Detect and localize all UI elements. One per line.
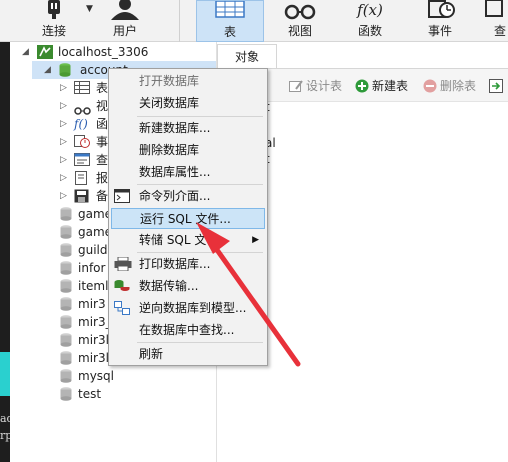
expand-icon[interactable]: ▷: [60, 187, 70, 205]
toolbar-query-button[interactable]: 查: [480, 0, 508, 42]
design-table-button[interactable]: 设计表: [289, 78, 351, 94]
toolbar-connect-button[interactable]: 连接: [24, 0, 84, 42]
import-wizard-button[interactable]: [489, 78, 508, 94]
database-icon: [60, 387, 72, 406]
background-window-edge: [0, 42, 10, 462]
delete-table-button[interactable]: 删除表: [423, 78, 487, 94]
view-icon: [283, 0, 317, 23]
background-window-text: ad rp: [0, 412, 10, 442]
menu-print-database[interactable]: 打印数据库...: [111, 254, 265, 275]
function-icon: f(x): [357, 1, 383, 19]
submenu-arrow-icon: ▶: [252, 235, 259, 245]
expand-icon[interactable]: ▷: [60, 169, 70, 187]
delete-table-icon: [423, 79, 437, 97]
tree-db-mysql[interactable]: mysql: [60, 367, 140, 385]
collapse-icon[interactable]: ◢: [22, 43, 32, 61]
event-icon: [425, 0, 455, 23]
user-icon: [108, 0, 142, 23]
function-icon: f(): [74, 117, 88, 131]
menu-separator: [137, 116, 263, 117]
tree-connection-node[interactable]: ◢ localhost_3306: [10, 43, 216, 61]
tab-objects[interactable]: 对象: [217, 44, 277, 68]
menu-separator: [137, 342, 263, 343]
table-icon: [215, 0, 245, 22]
data-transfer-icon: [114, 279, 130, 300]
connect-icon: [40, 0, 68, 23]
menu-open-database[interactable]: 打开数据库: [111, 71, 265, 92]
background-window-accent: [0, 352, 10, 396]
menu-refresh[interactable]: 刷新: [111, 344, 265, 365]
menu-close-database[interactable]: 关闭数据库: [111, 93, 265, 114]
expand-icon[interactable]: ▷: [60, 97, 70, 115]
expand-icon[interactable]: ▷: [60, 151, 70, 169]
menu-delete-database[interactable]: 删除数据库: [111, 140, 265, 161]
tree-db-test[interactable]: test: [60, 385, 140, 403]
main-toolbar: 连接 ▼ 用户 表 视图 f(x) 函数 事件 查: [0, 0, 508, 42]
menu-database-properties[interactable]: 数据库属性...: [111, 162, 265, 183]
menu-reverse-to-model[interactable]: 逆向数据库到模型...: [111, 298, 265, 319]
menu-new-database[interactable]: 新建数据库...: [111, 118, 265, 139]
import-icon: [489, 79, 503, 94]
collapse-icon[interactable]: ◢: [44, 61, 54, 79]
toolbar-view-button[interactable]: 视图: [268, 0, 332, 42]
expand-icon[interactable]: ▷: [60, 115, 70, 133]
new-table-icon: [355, 79, 369, 97]
menu-separator: [137, 252, 263, 253]
console-icon: [114, 189, 130, 210]
toolbar-table-button[interactable]: 表: [196, 0, 264, 42]
connect-dropdown-icon[interactable]: ▼: [86, 4, 93, 14]
new-table-button[interactable]: 新建表: [355, 78, 419, 94]
expand-icon[interactable]: ▷: [60, 133, 70, 151]
menu-find-in-database[interactable]: 在数据库中查找...: [111, 320, 265, 341]
database-context-menu: 打开数据库 关闭数据库 新建数据库... 删除数据库 数据库属性... 命令列介…: [108, 68, 268, 366]
printer-icon: [114, 256, 132, 278]
reverse-model-icon: [114, 301, 130, 322]
menu-dump-sql-file[interactable]: 转储 SQL 文件 ▶: [111, 230, 265, 251]
query-icon: [484, 0, 504, 21]
menu-run-sql-file[interactable]: 运行 SQL 文件...: [111, 208, 265, 229]
toolbar-user-button[interactable]: 用户: [96, 0, 154, 42]
expand-icon[interactable]: ▷: [60, 79, 70, 97]
menu-separator: [137, 184, 263, 185]
design-table-icon: [289, 79, 303, 97]
menu-command-line[interactable]: 命令列介面...: [111, 186, 265, 207]
menu-data-transfer[interactable]: 数据传输...: [111, 276, 265, 297]
toolbar-function-button[interactable]: f(x) 函数: [338, 0, 402, 42]
toolbar-divider: [179, 0, 180, 42]
toolbar-event-button[interactable]: 事件: [408, 0, 472, 42]
